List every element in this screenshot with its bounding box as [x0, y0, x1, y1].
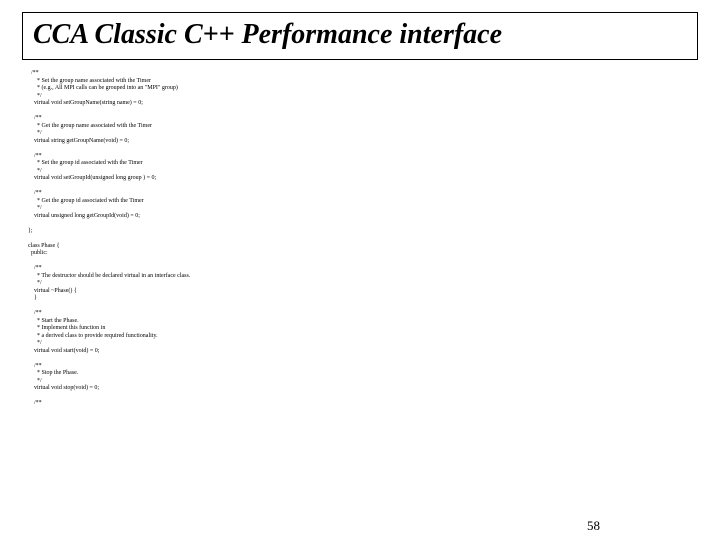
code-listing: /** * Set the group name associated with…: [28, 70, 660, 408]
slide-title: CCA Classic C++ Performance interface: [33, 19, 687, 51]
title-container: CCA Classic C++ Performance interface: [22, 12, 698, 60]
page-number: 58: [587, 518, 600, 534]
